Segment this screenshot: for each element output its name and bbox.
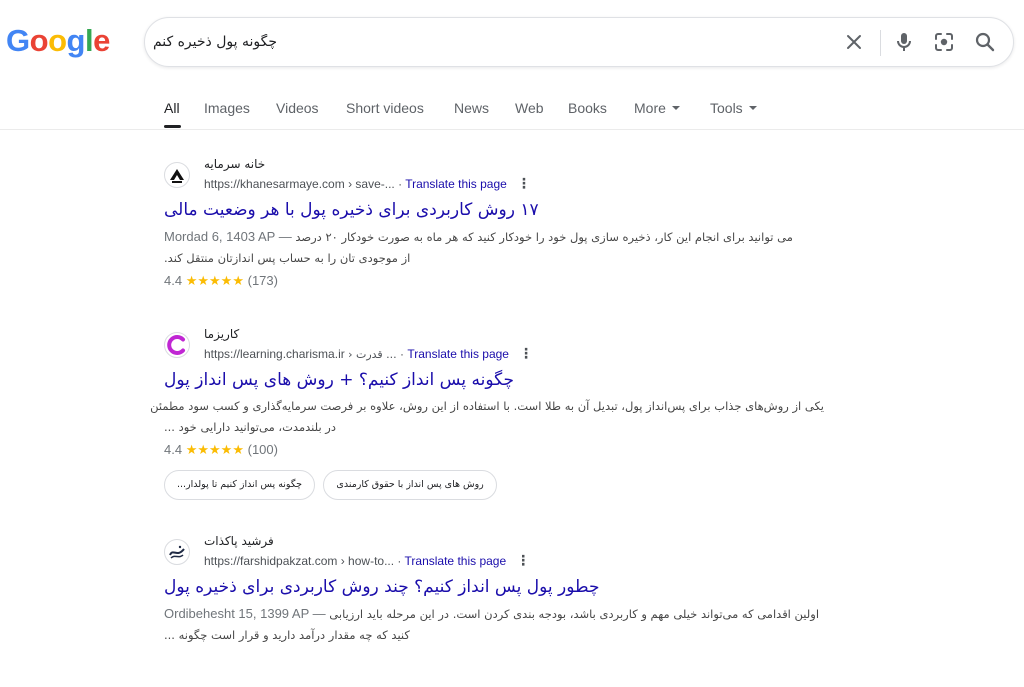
tab-tools[interactable]: Tools: [710, 98, 757, 118]
review-count: (100): [247, 442, 278, 457]
logo-letter: o: [29, 23, 49, 58]
result-source[interactable]: فرشید پاکذات https://farshidpakzat.com ›…: [164, 534, 824, 573]
snippet-line: Ordibehesht 15, 1399 AP — اولین اقدامی ک…: [164, 606, 820, 621]
tab-more-label: More: [634, 100, 666, 116]
translate-link[interactable]: Translate this page: [405, 177, 507, 191]
logo-letter: g: [66, 23, 86, 58]
snippet-text: اولین اقدامی که می‌تواند خیلی مهم و کارب…: [329, 607, 820, 621]
google-logo[interactable]: Google: [6, 22, 110, 60]
result-title[interactable]: چطور پول پس انداز کنیم؟ چند روش کاربردی …: [164, 575, 824, 599]
search-input-wrap: [145, 18, 285, 66]
tab-short-videos[interactable]: Short videos: [346, 98, 424, 118]
more-vert-icon[interactable]: ⋮: [519, 345, 533, 362]
related-chips: چگونه پس انداز کنیم تا پولدار... روش های…: [164, 470, 824, 500]
snippet-date: Mordad 6, 1403 AP: [164, 229, 276, 244]
site-name: خانه سرمایه: [204, 157, 266, 171]
translate-link[interactable]: Translate this page: [407, 347, 509, 361]
result-title[interactable]: ۱۷ روش کاربردی برای ذخیره پول با هر وضعی…: [164, 198, 824, 222]
site-favicon: [164, 162, 190, 188]
result-title[interactable]: چگونه پس انداز کنیم؟ + روش های پس انداز …: [164, 368, 824, 392]
snippet-line: Mordad 6, 1403 AP — می توانید برای انجام…: [164, 229, 793, 244]
rating-value: 4.4: [164, 273, 183, 288]
site-name: فرشید پاکذات: [204, 534, 274, 548]
logo-letter: e: [93, 23, 110, 58]
search-box: [144, 17, 1014, 67]
translate-link[interactable]: Translate this page: [405, 554, 507, 568]
result-snippet: Mordad 6, 1403 AP — می توانید برای انجام…: [164, 226, 824, 269]
logo-letter: l: [84, 23, 94, 58]
result-source[interactable]: کاریزما https://learning.charisma.ir › ق…: [164, 327, 824, 366]
tab-more[interactable]: More: [634, 98, 680, 118]
chevron-down-icon: [671, 106, 680, 111]
url-crumb: › قدرت ...: [348, 348, 397, 361]
chevron-down-icon: [748, 106, 757, 111]
rating-value: 4.4: [164, 442, 183, 457]
tab-books-label: Books: [568, 100, 607, 116]
tab-web[interactable]: Web: [515, 98, 544, 118]
snippet-line: یکی از روش‌های جذاب برای پس‌انداز پول، ت…: [150, 399, 824, 413]
result-snippet: Ordibehesht 15, 1399 AP — اولین اقدامی ک…: [164, 603, 824, 646]
tab-images[interactable]: Images: [204, 98, 250, 118]
close-icon[interactable]: [842, 30, 866, 54]
result-snippet: یکی از روش‌های جذاب برای پس‌انداز پول، ت…: [150, 396, 824, 438]
snippet-line: کنید که چه مقدار درآمد دارید و قرار است …: [164, 628, 410, 642]
url-text: https://farshidpakzat.com › how-to...: [204, 554, 395, 568]
tab-tools-label: Tools: [710, 100, 743, 116]
site-name: کاریزما: [204, 327, 240, 341]
snippet-line: در بلندمدت، می‌توانید دارایی خود ...: [164, 420, 336, 434]
more-vert-icon[interactable]: ⋮: [517, 175, 531, 192]
search-result: خانه سرمایه https://khanesarmaye.com › s…: [164, 157, 824, 292]
tab-news[interactable]: News: [454, 98, 489, 118]
star-icons: ★★★★★: [185, 443, 244, 458]
related-chip[interactable]: روش های پس انداز با حقوق کارمندی: [323, 470, 497, 500]
site-url: https://khanesarmaye.com › save-... · Tr…: [204, 175, 531, 192]
result-source[interactable]: خانه سرمایه https://khanesarmaye.com › s…: [164, 157, 824, 196]
mic-icon[interactable]: [892, 30, 916, 54]
snippet-date: Ordibehesht 15, 1399 AP: [164, 606, 310, 621]
star-icons: ★★★★★: [185, 274, 244, 289]
header-divider: [0, 129, 1024, 130]
search-box-divider: [880, 30, 881, 56]
site-favicon: [164, 332, 190, 358]
tab-all[interactable]: All: [164, 98, 180, 118]
result-rating: 4.4 ★★★★★ (100): [164, 440, 824, 461]
tab-videos[interactable]: Videos: [276, 98, 319, 118]
url-text: https://learning.charisma.ir: [204, 347, 345, 361]
url-text: https://khanesarmaye.com › save-...: [204, 177, 395, 191]
snippet-text: می توانید برای انجام این کار، ذخیره سازی…: [295, 230, 793, 244]
logo-letter: o: [48, 23, 67, 58]
search-icon[interactable]: [973, 30, 997, 54]
search-result: کاریزما https://learning.charisma.ir › ق…: [150, 327, 824, 500]
snippet-line: از موجودی تان را به حساب پس اندازتان منت…: [164, 251, 411, 265]
related-chip[interactable]: چگونه پس انداز کنیم تا پولدار...: [164, 470, 315, 500]
active-tab-indicator: [164, 125, 181, 128]
site-favicon: [164, 539, 190, 565]
site-url: https://learning.charisma.ir › قدرت ... …: [204, 345, 533, 362]
search-result: فرشید پاکذات https://farshidpakzat.com ›…: [164, 534, 824, 646]
review-count: (173): [247, 273, 278, 288]
camera-lens-icon[interactable]: [932, 30, 956, 54]
result-rating: 4.4 ★★★★★ (173): [164, 271, 824, 292]
logo-letter: G: [6, 23, 30, 58]
site-url: https://farshidpakzat.com › how-to... · …: [204, 552, 531, 569]
more-vert-icon[interactable]: ⋮: [516, 552, 530, 569]
search-input[interactable]: [145, 18, 277, 66]
tab-books[interactable]: Books: [568, 98, 607, 118]
